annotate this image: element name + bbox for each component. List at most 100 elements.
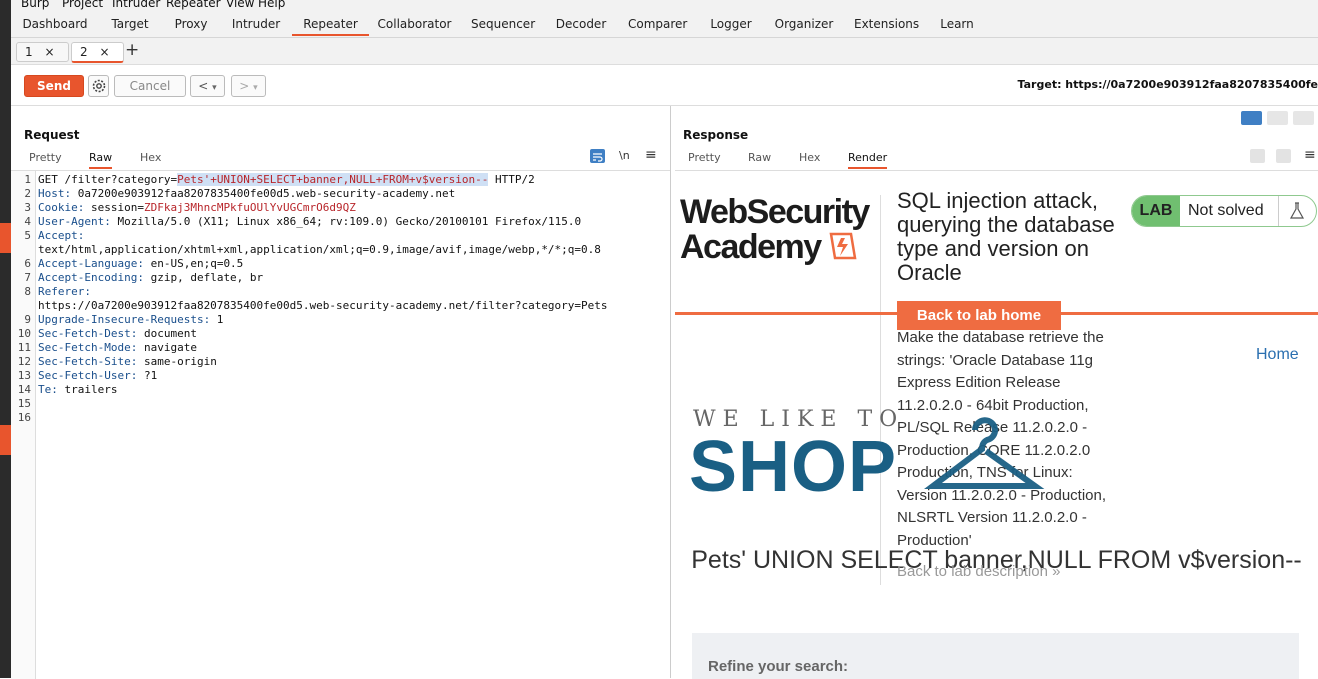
tab-comparer[interactable]: Comparer xyxy=(628,11,687,36)
tab-extensions[interactable]: Extensions xyxy=(854,11,919,36)
tab-dashboard[interactable]: Dashboard xyxy=(19,11,91,36)
response-pane: Response Pretty Raw Hex Render ≡ WebSecu… xyxy=(671,106,1318,679)
tab-organizer[interactable]: Organizer xyxy=(774,11,834,36)
header-name: Referer: xyxy=(38,285,91,298)
header-line: Host: 0a7200e903912faa8207835400fe00d5.w… xyxy=(38,187,455,200)
header-line: Referer: xyxy=(38,285,91,298)
settings-button[interactable] xyxy=(88,75,109,97)
back-button[interactable]: < ▾ xyxy=(190,75,225,97)
repeater-tab-1[interactable]: 1 × xyxy=(16,42,69,62)
header-value: 0a7200e903912faa8207835400fe00d5.web-sec… xyxy=(71,187,456,200)
logo-bolt-icon xyxy=(829,232,857,260)
header-line: https://0a7200e903912faa8207835400fe00d5… xyxy=(38,299,608,312)
line-number: 5 xyxy=(24,229,31,242)
flask-icon xyxy=(1278,196,1316,226)
refine-search-label: Refine your search: xyxy=(708,658,849,675)
back-to-lab-description-link[interactable]: Back to lab description » xyxy=(897,563,1060,580)
header-value: Mozilla/5.0 (X11; Linux x86_64; rv:109.0… xyxy=(110,215,582,228)
hamburger-menu-icon[interactable]: ≡ xyxy=(645,147,657,163)
response-view-pretty[interactable]: Pretty xyxy=(688,151,721,167)
line-number: 2 xyxy=(24,187,31,200)
edge-marker xyxy=(0,223,11,253)
line-number: 1 xyxy=(24,173,31,186)
back-to-lab-home-button[interactable]: Back to lab home xyxy=(897,301,1061,330)
request-pane: Request Pretty Raw Hex \n ≡ 1 2 3 4 5 6 … xyxy=(11,106,671,679)
tab-logger[interactable]: Logger xyxy=(705,11,757,36)
layout-split-icon[interactable] xyxy=(1241,111,1262,125)
close-icon[interactable]: × xyxy=(99,45,109,59)
header-line: User-Agent: Mozilla/5.0 (X11; Linux x86_… xyxy=(38,215,581,228)
tab-intruder[interactable]: Intruder xyxy=(231,11,281,36)
hamburger-menu-icon[interactable]: ≡ xyxy=(1304,147,1316,163)
web-security-academy-logo[interactable]: WebSecurity Academy xyxy=(680,193,870,265)
line-number: 14 xyxy=(17,383,31,396)
repeater-tab-2[interactable]: 2 × xyxy=(71,42,124,63)
chevron-down-icon[interactable]: ▾ xyxy=(253,83,258,93)
request-line: GET /filter?category=Pets'+UNION+SELECT+… xyxy=(38,173,535,186)
forward-button[interactable]: > ▾ xyxy=(231,75,266,97)
menu-view[interactable]: View xyxy=(226,0,254,10)
session-token: ZDFkaj3MhncMPkfuOUlYvUGCmrO6d9QZ xyxy=(143,201,356,214)
layout-tabs-icon[interactable] xyxy=(1293,111,1314,125)
tab-repeater[interactable]: Repeater xyxy=(292,11,369,36)
http-version: HTTP/2 xyxy=(488,173,535,186)
wrap-toggle-icon[interactable] xyxy=(590,149,605,163)
request-title: Request xyxy=(24,128,80,142)
header-line: Accept-Encoding: gzip, deflate, br xyxy=(38,271,263,284)
header-name: Upgrade-Insecure-Requests: xyxy=(38,313,211,326)
header-name: Accept-Encoding: xyxy=(38,271,144,284)
header-line: Sec-Fetch-Site: same-origin xyxy=(38,355,217,368)
header-name: Host: xyxy=(38,187,72,200)
tab-learn[interactable]: Learn xyxy=(937,11,977,36)
menu-repeater[interactable]: Repeater xyxy=(166,0,221,10)
header-name: Te: xyxy=(38,383,58,396)
target-url[interactable]: Target: https://0a7200e903912faa82078354… xyxy=(1018,78,1318,91)
header-value: https://0a7200e903912faa8207835400fe00d5… xyxy=(38,299,608,312)
repeater-tab-label: 1 xyxy=(25,45,33,59)
chevron-down-icon[interactable]: ▾ xyxy=(212,83,217,93)
tab-sequencer[interactable]: Sequencer xyxy=(471,11,535,36)
cancel-button[interactable]: Cancel xyxy=(114,75,186,97)
newline-toggle-icon[interactable] xyxy=(1276,149,1291,163)
line-number-gutter: 1 2 3 4 5 6 7 8 9 10 11 12 13 14 15 16 xyxy=(11,171,36,679)
back-arrow-icon: < xyxy=(198,79,209,93)
request-editor[interactable]: 1 2 3 4 5 6 7 8 9 10 11 12 13 14 15 16 G… xyxy=(11,170,670,679)
tab-collaborator[interactable]: Collaborator xyxy=(377,11,452,36)
send-button[interactable]: Send xyxy=(24,75,84,97)
menu-project[interactable]: Project xyxy=(62,0,103,10)
close-icon[interactable]: × xyxy=(44,45,54,59)
request-view-hex[interactable]: Hex xyxy=(140,151,161,167)
header-line: Accept-Language: en-US,en;q=0.5 xyxy=(38,257,243,270)
layout-horizontal-icon[interactable] xyxy=(1267,111,1288,125)
logo-line-1: WebSecurity xyxy=(680,193,870,231)
wrap-toggle-icon[interactable] xyxy=(1250,149,1265,163)
response-view-hex[interactable]: Hex xyxy=(799,151,820,167)
header-name: Accept: xyxy=(38,229,85,242)
menu-burp[interactable]: Burp xyxy=(21,0,49,10)
request-view-pretty[interactable]: Pretty xyxy=(29,151,62,167)
add-tab-icon[interactable]: + xyxy=(125,40,139,60)
double-chevron-icon: » xyxy=(1052,563,1061,580)
request-view-raw[interactable]: Raw xyxy=(89,151,113,169)
menu-intruder[interactable]: Intruder xyxy=(112,0,160,10)
menu-help[interactable]: Help xyxy=(258,0,285,10)
response-view-render[interactable]: Render xyxy=(848,151,888,169)
newline-toggle[interactable]: \n xyxy=(619,149,630,162)
repeater-tab-bar: 1 × 2 × + xyxy=(11,38,1318,65)
header-divider xyxy=(880,195,881,585)
request-method-path: GET /filter?category= xyxy=(38,173,178,186)
tab-proxy[interactable]: Proxy xyxy=(173,11,209,36)
tab-target[interactable]: Target xyxy=(108,11,152,36)
header-value: ?1 xyxy=(137,369,158,382)
tab-decoder[interactable]: Decoder xyxy=(554,11,608,36)
repeater-toolbar: Send Cancel < ▾ > ▾ Target: https://0a72… xyxy=(11,65,1318,106)
response-title: Response xyxy=(683,128,749,142)
refine-search-panel: Refine your search: xyxy=(692,633,1299,679)
home-link[interactable]: Home xyxy=(1256,346,1299,364)
response-view-raw[interactable]: Raw xyxy=(748,151,771,167)
header-value: gzip, deflate, br xyxy=(143,271,264,284)
line-number: 7 xyxy=(24,271,31,284)
header-name: Sec-Fetch-Site: xyxy=(38,355,138,368)
header-line: Sec-Fetch-Mode: navigate xyxy=(38,341,197,354)
header-value: session= xyxy=(84,201,144,214)
